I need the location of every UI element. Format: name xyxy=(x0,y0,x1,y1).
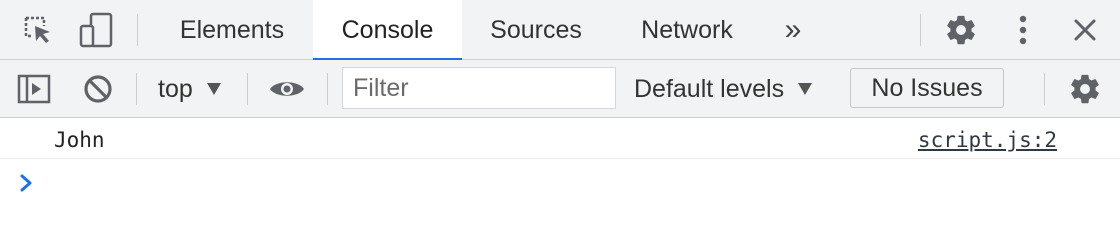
tab-console[interactable]: Console xyxy=(313,0,462,61)
tab-elements[interactable]: Elements xyxy=(160,0,304,60)
live-expression-eye-icon[interactable] xyxy=(266,70,308,108)
clear-console-icon[interactable] xyxy=(78,70,118,108)
devtools-tabbar: Elements Console Sources Network » xyxy=(0,0,1120,61)
issues-button[interactable]: No Issues xyxy=(850,68,1004,108)
console-message-source-link[interactable]: script.js:2 xyxy=(918,128,1057,152)
toolbar-divider xyxy=(136,73,137,105)
toolbar-divider xyxy=(920,14,921,46)
log-levels-label: Default levels xyxy=(634,74,785,103)
more-tabs-button[interactable]: » xyxy=(770,0,816,60)
tab-elements-label: Elements xyxy=(179,15,285,44)
console-prompt[interactable] xyxy=(0,160,1120,228)
prompt-chevron-icon xyxy=(18,172,36,199)
log-levels-dropdown[interactable]: Default levels xyxy=(628,66,813,112)
inspect-element-icon[interactable] xyxy=(18,10,58,50)
console-message-row: John script.js:2 xyxy=(0,119,1120,159)
console-message-text: John xyxy=(54,128,105,152)
show-sidebar-icon[interactable] xyxy=(14,70,54,108)
console-filter-input[interactable] xyxy=(342,67,616,109)
tab-sources[interactable]: Sources xyxy=(472,0,600,60)
dropdown-caret-icon xyxy=(206,83,221,95)
toolbar-divider xyxy=(1044,73,1045,105)
more-tabs-icon: » xyxy=(784,13,802,46)
device-toolbar-icon[interactable] xyxy=(76,10,116,50)
toolbar-divider xyxy=(137,14,138,46)
context-selector-label: top xyxy=(158,74,193,103)
tab-sources-label: Sources xyxy=(490,15,582,44)
toolbar-divider xyxy=(327,73,328,105)
issues-button-label: No Issues xyxy=(871,73,983,102)
tab-console-label: Console xyxy=(341,15,434,44)
dropdown-caret-icon xyxy=(798,83,813,95)
context-selector[interactable]: top xyxy=(150,66,221,112)
more-vertical-icon[interactable] xyxy=(1004,11,1042,49)
toolbar-divider xyxy=(247,73,248,105)
console-settings-gear-icon[interactable] xyxy=(1064,69,1106,109)
close-icon[interactable] xyxy=(1066,11,1104,49)
settings-gear-icon[interactable] xyxy=(942,11,980,49)
tab-network-label: Network xyxy=(641,15,733,44)
tab-network[interactable]: Network xyxy=(624,0,750,60)
